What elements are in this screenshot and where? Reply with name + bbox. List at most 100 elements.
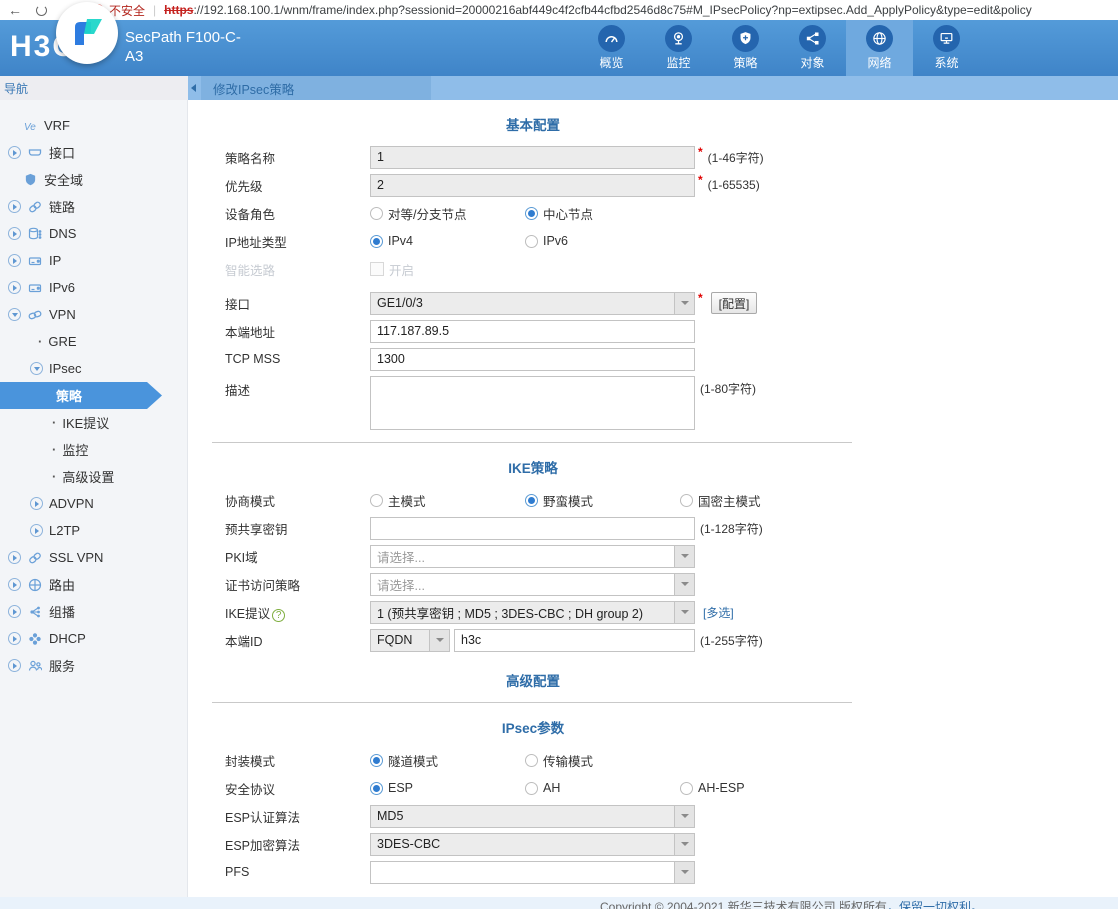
help-icon[interactable]: ? xyxy=(272,609,285,622)
radio-label: AH xyxy=(543,781,560,795)
dropdown-arrow-icon[interactable] xyxy=(674,293,694,314)
expand-icon[interactable] xyxy=(8,578,21,591)
expand-icon[interactable] xyxy=(8,200,21,213)
nav-label: 策略 xyxy=(733,54,757,71)
sidebar-item-label: IP xyxy=(49,253,61,268)
tcp-mss-input[interactable] xyxy=(370,348,695,371)
sidebar-item-vpn[interactable]: VPN xyxy=(0,301,187,328)
sidebar-item-security-zone[interactable]: 安全域 xyxy=(0,166,187,193)
dropdown-arrow-icon[interactable] xyxy=(674,834,694,855)
esp-encryption-algorithm-select[interactable]: 3DES-CBC xyxy=(370,833,695,856)
radio-main-mode[interactable] xyxy=(370,494,383,507)
radio-label: 野蛮模式 xyxy=(543,491,593,510)
sidebar-item-ipsec-monitor[interactable]: 监控 xyxy=(0,436,187,463)
dropdown-arrow-icon[interactable] xyxy=(674,602,694,623)
cert-access-policy-select[interactable]: 请选择... xyxy=(370,573,695,596)
local-address-input[interactable] xyxy=(370,320,695,343)
url-text[interactable]: ://192.168.100.1/wnm/frame/index.php?ses… xyxy=(193,3,1031,17)
sidebar-item-advanced-settings[interactable]: 高级设置 xyxy=(0,463,187,490)
dropdown-arrow-icon[interactable] xyxy=(674,546,694,567)
interface-select[interactable]: GE1/0/3 xyxy=(370,292,695,315)
radio-aggressive-mode[interactable] xyxy=(525,494,538,507)
radio-esp[interactable] xyxy=(370,782,383,795)
interface-row: 接口 GE1/0/3 * [配置] xyxy=(212,289,1118,317)
tcp-mss-label: TCP MSS xyxy=(212,352,370,366)
radio-ipv4[interactable] xyxy=(370,235,383,248)
sidebar-item-advpn[interactable]: ADVPN xyxy=(0,490,187,517)
section-title-advanced[interactable]: 高级配置 xyxy=(212,670,854,690)
expand-icon[interactable] xyxy=(8,146,21,159)
configure-button[interactable]: [配置] xyxy=(711,292,758,314)
sidebar-item-service[interactable]: 服务 xyxy=(0,652,187,679)
tab-collapse-arrow-icon[interactable] xyxy=(191,84,196,92)
sidebar-item-dns[interactable]: DNS xyxy=(0,220,187,247)
nav-tab-object[interactable]: 对象 xyxy=(779,20,846,76)
radio-tunnel-mode[interactable] xyxy=(370,754,383,767)
radio-label: 国密主模式 xyxy=(698,491,761,510)
sidebar-item-interface[interactable]: 接口 xyxy=(0,139,187,166)
sidebar-item-label: 组播 xyxy=(49,602,75,621)
local-id-type-select[interactable]: FQDN xyxy=(370,629,450,652)
expand-icon[interactable] xyxy=(8,281,21,294)
collapse-icon[interactable] xyxy=(30,362,43,375)
expand-icon[interactable] xyxy=(30,524,43,537)
sidebar-item-routing[interactable]: 路由 xyxy=(0,571,187,598)
collapse-icon[interactable] xyxy=(8,308,21,321)
sidebar-item-ipsec-policy[interactable]: 策略 xyxy=(0,382,162,409)
sidebar-item-ip[interactable]: IP xyxy=(0,247,187,274)
radio-transport-mode[interactable] xyxy=(525,754,538,767)
sidebar-item-ipv6[interactable]: IPv6 xyxy=(0,274,187,301)
description-textarea[interactable] xyxy=(370,376,695,430)
sidebar-item-label: L2TP xyxy=(49,523,80,538)
sidebar-item-ike-proposal[interactable]: IKE提议 xyxy=(0,409,187,436)
field-hint: (1-128字符) xyxy=(700,520,763,537)
dropdown-arrow-icon[interactable] xyxy=(674,862,694,883)
pfs-select[interactable] xyxy=(370,861,695,884)
tab-modify-ipsec-policy[interactable]: 修改IPsec策略 xyxy=(201,76,431,100)
expand-icon[interactable] xyxy=(8,227,21,240)
radio-peer-branch-node[interactable] xyxy=(370,207,383,220)
sidebar-item-label: IKE提议 xyxy=(62,413,109,432)
nav-tab-network[interactable]: 网络 xyxy=(846,20,913,76)
expand-icon[interactable] xyxy=(8,254,21,267)
expand-icon[interactable] xyxy=(8,605,21,618)
dropdown-arrow-icon[interactable] xyxy=(429,630,449,651)
not-secure-label[interactable]: 不安全 xyxy=(109,2,145,19)
dropdown-arrow-icon[interactable] xyxy=(674,574,694,595)
radio-ipv6[interactable] xyxy=(525,235,538,248)
local-id-input[interactable] xyxy=(454,629,695,652)
expand-icon[interactable] xyxy=(8,632,21,645)
sidebar-item-dhcp[interactable]: DHCP xyxy=(0,625,187,652)
sidebar-item-l2tp[interactable]: L2TP xyxy=(0,517,187,544)
nav-tab-overview[interactable]: 概览 xyxy=(578,20,645,76)
nav-tab-policy[interactable]: 策略 xyxy=(712,20,779,76)
select-placeholder: 请选择... xyxy=(371,575,674,594)
sidebar-item-ssl-vpn[interactable]: SSL VPN xyxy=(0,544,187,571)
nav-tab-system[interactable]: 系统 xyxy=(913,20,980,76)
sidebar-item-multicast[interactable]: 组播 xyxy=(0,598,187,625)
multi-select-link[interactable]: [多选] xyxy=(703,604,734,621)
nav-tab-monitor[interactable]: 监控 xyxy=(645,20,712,76)
radio-ah-esp[interactable] xyxy=(680,782,693,795)
priority-input[interactable] xyxy=(370,174,695,197)
radio-label: 传输模式 xyxy=(543,751,593,770)
esp-auth-algorithm-select[interactable]: MD5 xyxy=(370,805,695,828)
policy-name-input[interactable] xyxy=(370,146,695,169)
radio-ah[interactable] xyxy=(525,782,538,795)
expand-icon[interactable] xyxy=(8,551,21,564)
pki-domain-select[interactable]: 请选择... xyxy=(370,545,695,568)
ike-proposal-select[interactable]: 1 (预共享密钥 ; MD5 ; 3DES-CBC ; DH group 2) xyxy=(370,601,695,624)
browser-reload-icon[interactable] xyxy=(36,5,47,16)
radio-gm-main-mode[interactable] xyxy=(680,494,693,507)
sidebar-item-vrf[interactable]: Ve VRF xyxy=(0,112,187,139)
sidebar-item-gre[interactable]: GRE xyxy=(0,328,187,355)
sidebar-item-ipsec[interactable]: IPsec xyxy=(0,355,187,382)
expand-icon[interactable] xyxy=(30,497,43,510)
todesk-floating-ball[interactable] xyxy=(56,2,118,64)
expand-icon[interactable] xyxy=(8,659,21,672)
preshared-key-input[interactable] xyxy=(370,517,695,540)
dropdown-arrow-icon[interactable] xyxy=(674,806,694,827)
radio-center-node[interactable] xyxy=(525,207,538,220)
browser-back-icon[interactable]: ← xyxy=(8,2,22,18)
sidebar-item-link[interactable]: 链路 xyxy=(0,193,187,220)
